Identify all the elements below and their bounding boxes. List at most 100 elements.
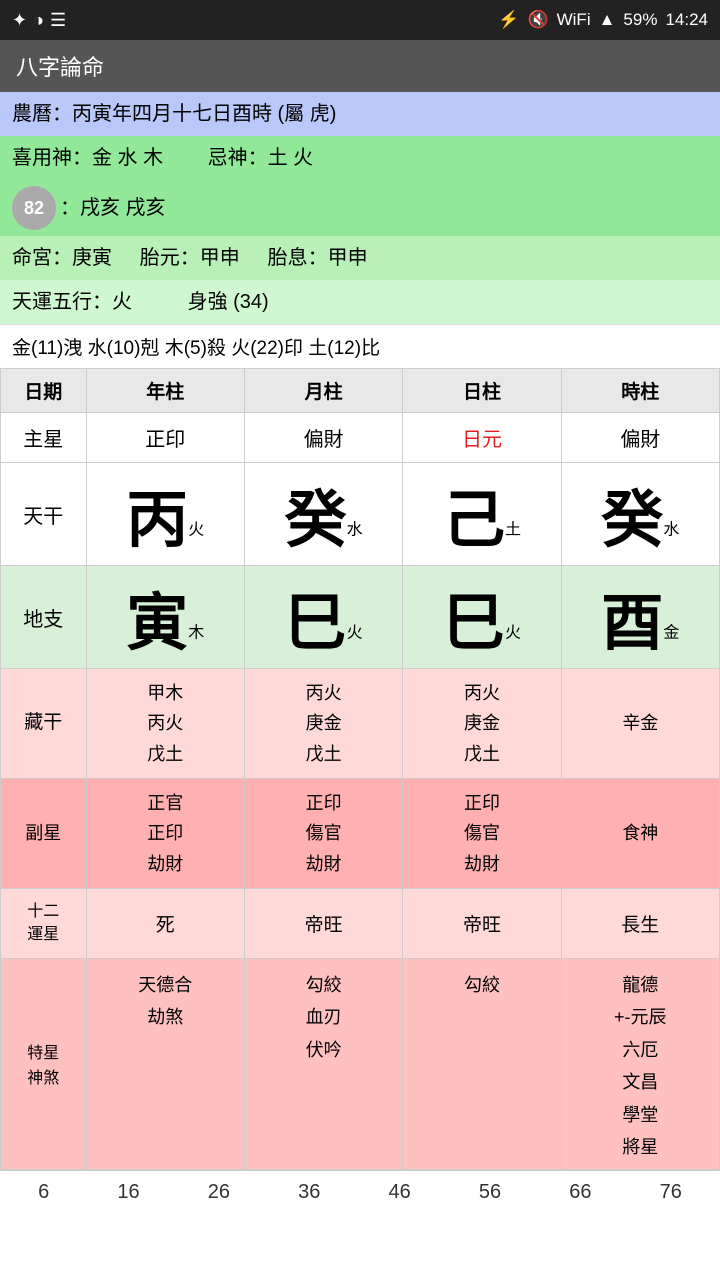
dizhi-hour-char: 酉 bbox=[601, 589, 663, 658]
zanggan-row: 藏干 甲木 丙火 戊土 丙火 庚金 戊土 丙火 庚金 戊土 辛金 bbox=[1, 669, 720, 779]
tiangan-day-element: 土 bbox=[505, 522, 521, 539]
jie-text: ：戌亥 戌亥 bbox=[60, 194, 166, 222]
status-bar: ✦ ◑ ☰ ⚡ 🔇 WiFi ▲ 59% 14:24 bbox=[0, 0, 720, 40]
tiangan-label: 天干 bbox=[1, 463, 87, 566]
footer-nums: 6 16 26 36 46 56 66 76 bbox=[0, 1170, 720, 1214]
zhuxing-day: 日元 bbox=[403, 413, 561, 463]
score-badge: 82 bbox=[12, 186, 56, 230]
tiangan-year: 丙火 bbox=[86, 463, 244, 566]
footer-num-4: 46 bbox=[389, 1181, 411, 1204]
tiangan-day: 己土 bbox=[403, 463, 561, 566]
fuxing-month: 正印 傷官 劫財 bbox=[244, 779, 402, 889]
zhuxing-year: 正印 bbox=[86, 413, 244, 463]
footer-num-3: 36 bbox=[298, 1181, 320, 1204]
tiangan-month-char: 癸 bbox=[285, 486, 347, 555]
taixi-text: 胎息：甲申 bbox=[268, 247, 368, 269]
fuxing-label: 副星 bbox=[1, 779, 87, 889]
elements-text: 金(11)洩 水(10)剋 木(5)殺 火(22)印 土(12)比 bbox=[12, 338, 380, 359]
taiyuan-text: 胎元：甲申 bbox=[140, 247, 240, 269]
score-row: 82 ：戌亥 戌亥 bbox=[0, 180, 720, 236]
header-day: 日柱 bbox=[403, 369, 561, 413]
star-icon: ✦ bbox=[12, 10, 27, 31]
zanggan-day: 丙火 庚金 戊土 bbox=[403, 669, 561, 779]
time-label: 14:24 bbox=[665, 10, 708, 30]
signal-icon: ▲ bbox=[599, 10, 616, 30]
zhuxing-label: 主星 bbox=[1, 413, 87, 463]
dizhi-year-char: 寅 bbox=[126, 589, 188, 658]
xiyong-row: 喜用神：金 水 木 忌神：土 火 bbox=[0, 136, 720, 180]
wifi-icon: WiFi bbox=[557, 10, 591, 30]
zanggan-month: 丙火 庚金 戊土 bbox=[244, 669, 402, 779]
dizhi-year: 寅木 bbox=[86, 566, 244, 669]
footer-num-0: 6 bbox=[38, 1181, 49, 1204]
tiangan-month: 癸水 bbox=[244, 463, 402, 566]
yunxing-label: 十二 運星 bbox=[1, 889, 87, 959]
dizhi-row: 地支 寅木 巳火 巳火 酉金 bbox=[1, 566, 720, 669]
dizhi-hour: 酉金 bbox=[561, 566, 719, 669]
texing-hour: 龍德 +-元辰 六厄 文昌 學堂 將星 bbox=[561, 959, 719, 1170]
app-title: 八字論命 bbox=[16, 50, 104, 82]
footer-num-6: 66 bbox=[569, 1181, 591, 1204]
yunxing-day: 帝旺 bbox=[403, 889, 561, 959]
title-bar: 八字論命 bbox=[0, 40, 720, 92]
yunxing-row: 十二 運星 死 帝旺 帝旺 長生 bbox=[1, 889, 720, 959]
tiangan-day-char: 己 bbox=[443, 486, 505, 555]
zanggan-year: 甲木 丙火 戊土 bbox=[86, 669, 244, 779]
tiangan-hour-char: 癸 bbox=[601, 486, 663, 555]
fuxing-day: 正印 傷官 劫財 bbox=[403, 779, 561, 889]
tianyun-text: 天運五行：火 bbox=[12, 291, 132, 313]
texing-year: 天德合 劫煞 bbox=[86, 959, 244, 1170]
tiangan-hour-element: 水 bbox=[663, 522, 679, 539]
xiyong-text: 喜用神：金 水 木 bbox=[12, 147, 163, 169]
dizhi-month-char: 巳 bbox=[285, 589, 347, 658]
footer-num-1: 16 bbox=[117, 1181, 139, 1204]
zhuxing-month: 偏財 bbox=[244, 413, 402, 463]
lunar-info-row: 農曆：丙寅年四月十七日酉時 (屬 虎) bbox=[0, 92, 720, 136]
elements-row: 金(11)洩 水(10)剋 木(5)殺 火(22)印 土(12)比 bbox=[0, 324, 720, 368]
tiangan-row: 天干 丙火 癸水 己土 癸水 bbox=[1, 463, 720, 566]
dizhi-day: 巳火 bbox=[403, 566, 561, 669]
dizhi-month-element: 火 bbox=[347, 625, 363, 642]
status-right-info: ⚡ 🔇 WiFi ▲ 59% 14:24 bbox=[498, 10, 708, 30]
dizhi-month: 巳火 bbox=[244, 566, 402, 669]
fuxing-year: 正官 正印 劫財 bbox=[86, 779, 244, 889]
fuxing-hour: 食神 bbox=[561, 779, 719, 889]
footer-num-2: 26 bbox=[208, 1181, 230, 1204]
texing-day: 勾絞 bbox=[403, 959, 561, 1170]
tiangan-year-char: 丙 bbox=[126, 486, 188, 555]
dizhi-year-element: 木 bbox=[188, 625, 204, 642]
tiangan-year-element: 火 bbox=[188, 522, 204, 539]
minggong-text: 命宮：庚寅 bbox=[12, 247, 112, 269]
header-hour: 時柱 bbox=[561, 369, 719, 413]
lunar-info-text: 農曆：丙寅年四月十七日酉時 (屬 虎) bbox=[12, 103, 336, 125]
bazi-table: 日期 年柱 月柱 日柱 時柱 主星 正印 偏財 日元 偏財 天干 丙火 癸水 己… bbox=[0, 368, 720, 1170]
zanggan-label: 藏干 bbox=[1, 669, 87, 779]
battery-label: 59% bbox=[623, 10, 657, 30]
fuxing-row: 副星 正官 正印 劫財 正印 傷官 劫財 正印 傷官 劫財 食神 bbox=[1, 779, 720, 889]
header-month: 月柱 bbox=[244, 369, 402, 413]
dizhi-hour-element: 金 bbox=[663, 625, 679, 642]
texing-label: 特星 神煞 bbox=[1, 959, 87, 1170]
footer-num-5: 56 bbox=[479, 1181, 501, 1204]
mute-icon: 🔇 bbox=[527, 10, 548, 30]
status-left-icons: ✦ ◑ ☰ bbox=[12, 10, 66, 31]
menu-icon: ☰ bbox=[50, 10, 66, 31]
tiangan-hour: 癸水 bbox=[561, 463, 719, 566]
yunxing-hour: 長生 bbox=[561, 889, 719, 959]
texing-row: 特星 神煞 天德合 劫煞 勾絞 血刃 伏吟 勾絞 龍德 +-元辰 六厄 文昌 學… bbox=[1, 959, 720, 1170]
dizhi-label: 地支 bbox=[1, 566, 87, 669]
zhuxing-hour: 偏財 bbox=[561, 413, 719, 463]
shenqiang-text: 身強 (34) bbox=[188, 291, 269, 313]
texing-month: 勾絞 血刃 伏吟 bbox=[244, 959, 402, 1170]
jishen-text: 忌神：土 火 bbox=[208, 147, 314, 169]
zanggan-hour: 辛金 bbox=[561, 669, 719, 779]
footer-num-7: 76 bbox=[660, 1181, 682, 1204]
dizhi-day-element: 火 bbox=[505, 625, 521, 642]
header-label: 日期 bbox=[1, 369, 87, 413]
yunxing-year: 死 bbox=[86, 889, 244, 959]
header-year: 年柱 bbox=[86, 369, 244, 413]
bluetooth-icon: ⚡ bbox=[498, 10, 519, 30]
tianyun-row: 天運五行：火 身強 (34) bbox=[0, 280, 720, 324]
minggong-row: 命宮：庚寅 胎元：甲申 胎息：甲申 bbox=[0, 236, 720, 280]
dizhi-day-char: 巳 bbox=[443, 589, 505, 658]
